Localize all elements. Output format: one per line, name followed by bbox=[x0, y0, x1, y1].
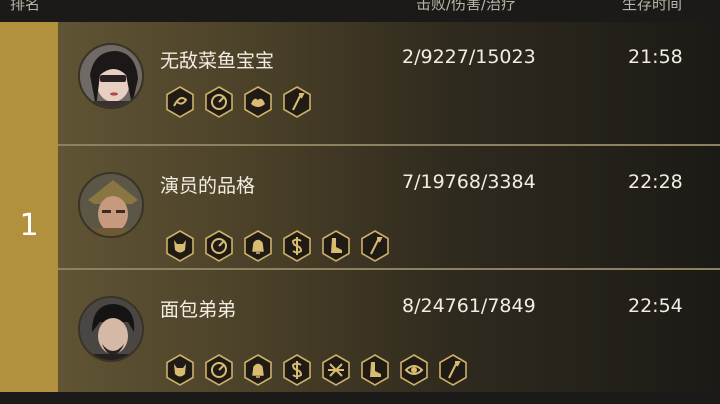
demon-mask-badge-icon[interactable] bbox=[164, 230, 196, 262]
rank-column-header: 排名 bbox=[10, 0, 41, 13]
spear-badge-icon[interactable] bbox=[281, 86, 313, 118]
player-row[interactable]: 无敌菜鱼宝宝 2/9227/15023 21:58 bbox=[58, 22, 720, 144]
skill-badge-list bbox=[164, 230, 391, 262]
bell-badge-icon[interactable] bbox=[242, 230, 274, 262]
eye-badge-icon[interactable] bbox=[398, 354, 430, 386]
bell-badge-icon[interactable] bbox=[242, 354, 274, 386]
player-stats: 7/19768/3384 bbox=[402, 171, 536, 193]
team-rank-cell: 1 bbox=[0, 22, 58, 392]
crossed-swords-badge-icon[interactable] bbox=[320, 354, 352, 386]
skill-badge-list bbox=[164, 86, 313, 118]
player-list: 无敌菜鱼宝宝 2/9227/15023 21:58 演员的品格 7/19768/… bbox=[58, 22, 720, 392]
armored-warrior-avatar[interactable] bbox=[78, 172, 144, 238]
muscle-badge-icon[interactable] bbox=[242, 86, 274, 118]
player-name: 演员的品格 bbox=[160, 175, 256, 197]
skill-badge-list bbox=[164, 354, 469, 386]
dollar-badge-icon[interactable] bbox=[281, 354, 313, 386]
stats-column-header: 击败/伤害/治疗 bbox=[416, 0, 517, 13]
spiral-badge-icon[interactable] bbox=[203, 86, 235, 118]
survival-time: 21:58 bbox=[628, 46, 683, 68]
team-rank-number: 1 bbox=[19, 208, 39, 243]
survival-time: 22:54 bbox=[628, 295, 683, 317]
boot-badge-icon[interactable] bbox=[359, 354, 391, 386]
player-stats: 8/24761/7849 bbox=[402, 295, 536, 317]
scoreboard-header: 排名 击败/伤害/治疗 生存时间 bbox=[0, 0, 720, 22]
masked-female-hero-avatar[interactable] bbox=[78, 43, 144, 109]
demon-mask-badge-icon[interactable] bbox=[164, 354, 196, 386]
spear-badge-icon[interactable] bbox=[437, 354, 469, 386]
bottom-edge bbox=[0, 392, 720, 404]
swirl-badge-icon[interactable] bbox=[164, 86, 196, 118]
spiral-badge-icon[interactable] bbox=[203, 230, 235, 262]
player-row[interactable]: 演员的品格 7/19768/3384 22:28 bbox=[58, 146, 720, 268]
player-name: 无敌菜鱼宝宝 bbox=[160, 50, 275, 72]
survival-time-column-header: 生存时间 bbox=[622, 0, 683, 13]
player-name: 面包弟弟 bbox=[160, 299, 237, 321]
player-stats: 2/9227/15023 bbox=[402, 46, 536, 68]
boot-badge-icon[interactable] bbox=[320, 230, 352, 262]
dollar-badge-icon[interactable] bbox=[281, 230, 313, 262]
spiral-badge-icon[interactable] bbox=[203, 354, 235, 386]
survival-time: 22:28 bbox=[628, 171, 683, 193]
spear-badge-icon[interactable] bbox=[359, 230, 391, 262]
bearded-swordsman-avatar[interactable] bbox=[78, 296, 144, 362]
player-row[interactable]: 面包弟弟 8/24761/7849 22:54 bbox=[58, 270, 720, 392]
